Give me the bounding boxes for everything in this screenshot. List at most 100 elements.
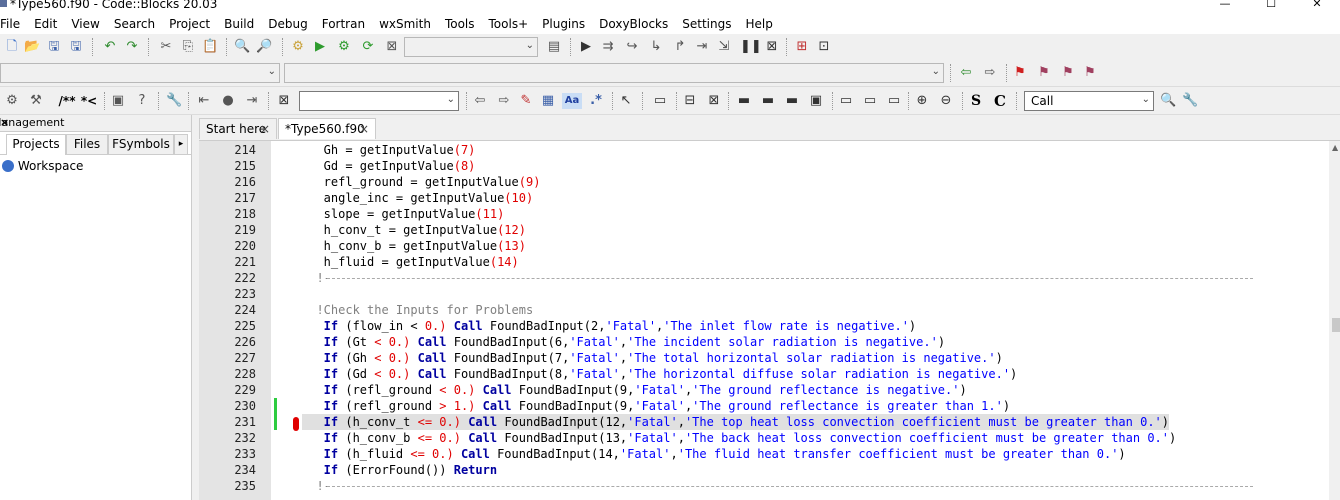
- scope-select[interactable]: ⌄: [0, 63, 280, 83]
- function-select[interactable]: ⌄: [284, 63, 944, 83]
- clear-bookmarks-icon[interactable]: ⚑: [1082, 65, 1098, 81]
- debug-windows-icon[interactable]: ⊞: [794, 39, 810, 55]
- menu-plugins[interactable]: Plugins: [542, 17, 585, 31]
- show-select-target-icon[interactable]: ▤: [546, 39, 562, 55]
- info-icon[interactable]: ⊡: [816, 39, 832, 55]
- copy-icon[interactable]: ⎘: [180, 39, 196, 55]
- align-b-icon[interactable]: ▬: [760, 93, 776, 109]
- vertical-scrollbar[interactable]: ▲: [1329, 141, 1340, 500]
- tab-scroll-right-icon[interactable]: ▸: [174, 134, 188, 154]
- size-c-icon[interactable]: ▭: [886, 93, 902, 109]
- menu-wxsmith[interactable]: wxSmith: [379, 17, 431, 31]
- code-editor[interactable]: 214 Gh = getInputValue(7) 215 Gd = getInp…: [199, 141, 1329, 500]
- step-out-icon[interactable]: ↱: [672, 39, 688, 55]
- menu-build[interactable]: Build: [224, 17, 254, 31]
- tab-type560[interactable]: *Type560.f90 ×: [278, 118, 376, 139]
- menu-view[interactable]: View: [71, 17, 99, 31]
- line-comment-icon[interactable]: *<: [80, 93, 98, 109]
- regex-icon[interactable]: .*: [588, 93, 604, 109]
- call-select[interactable]: Call ⌄: [1024, 91, 1154, 111]
- prev-bookmark-icon[interactable]: ⚑: [1036, 65, 1052, 81]
- build-run-icon[interactable]: ⚙: [336, 39, 352, 55]
- close-tab-icon[interactable]: ×: [260, 119, 270, 140]
- menu-doxyblocks[interactable]: DoxyBlocks: [599, 17, 668, 31]
- align-c-icon[interactable]: ▬: [784, 93, 800, 109]
- help-doc-icon[interactable]: ?: [134, 93, 150, 109]
- doxy-wizard-icon[interactable]: ⚙: [4, 93, 20, 109]
- build-icon[interactable]: ⚙: [290, 39, 306, 55]
- close-icon[interactable]: ×: [0, 116, 186, 129]
- zoom-out-icon[interactable]: ⊖: [938, 93, 954, 109]
- block-comment-icon[interactable]: /**: [56, 93, 78, 109]
- next-breakpoint-icon[interactable]: ⇥: [244, 93, 260, 109]
- menu-tools-[interactable]: Tools+: [489, 17, 529, 31]
- rect-icon[interactable]: ▭: [652, 93, 668, 109]
- settings-icon[interactable]: 🔧: [1182, 93, 1198, 109]
- menu-file[interactable]: File: [0, 17, 20, 31]
- size-a-icon[interactable]: ▭: [838, 93, 854, 109]
- search-prev-icon[interactable]: ⇦: [472, 93, 488, 109]
- bookmark-icon[interactable]: ⚑: [1012, 65, 1028, 81]
- breakpoint-icon[interactable]: ●: [220, 93, 236, 109]
- scrollbar-thumb[interactable]: [1332, 318, 1340, 332]
- step-instruction-icon[interactable]: ⇲: [716, 39, 732, 55]
- save-all-icon[interactable]: 🖫: [68, 39, 84, 55]
- run-to-cursor-icon[interactable]: ⇉: [600, 39, 616, 55]
- minimize-icon[interactable]: —: [1202, 0, 1248, 14]
- match-case-icon[interactable]: Aa: [562, 93, 582, 109]
- debug-icon[interactable]: ▶: [578, 39, 594, 55]
- menu-edit[interactable]: Edit: [34, 17, 57, 31]
- search-next-icon[interactable]: ⇨: [496, 93, 512, 109]
- jump-forward-icon[interactable]: ⇨: [982, 65, 998, 81]
- search-icon[interactable]: 🔍: [1160, 93, 1176, 109]
- highlight-icon[interactable]: ✎: [518, 93, 534, 109]
- next-instruction-icon[interactable]: ⇥: [694, 39, 710, 55]
- menu-help[interactable]: Help: [745, 17, 772, 31]
- cut-icon[interactable]: ✂: [158, 39, 174, 55]
- pause-icon[interactable]: ❚❚: [740, 39, 762, 55]
- paste-icon[interactable]: 📋: [202, 39, 218, 55]
- find-icon[interactable]: 🔍: [234, 39, 250, 55]
- open-icon[interactable]: 📂: [24, 39, 40, 55]
- html-doc-icon[interactable]: ▣: [110, 93, 126, 109]
- redo-icon[interactable]: ↷: [124, 39, 140, 55]
- new-file-icon[interactable]: 🗋: [4, 39, 20, 55]
- build-target-select[interactable]: ⌄: [404, 37, 538, 57]
- layout-a-icon[interactable]: ⊟: [682, 93, 698, 109]
- symbol-c-icon[interactable]: C: [992, 93, 1008, 109]
- tab-fsymbols[interactable]: FSymbols: [108, 134, 174, 154]
- close-tab-icon[interactable]: ×: [359, 119, 369, 140]
- menu-search[interactable]: Search: [114, 17, 155, 31]
- abort-icon[interactable]: ⊠: [384, 39, 400, 55]
- zoom-in-icon[interactable]: ⊕: [914, 93, 930, 109]
- pointer-icon[interactable]: ↖: [618, 93, 634, 109]
- symbol-s-icon[interactable]: S: [968, 93, 984, 109]
- step-into-icon[interactable]: ↳: [648, 39, 664, 55]
- save-icon[interactable]: 🖫: [46, 39, 62, 55]
- jump-back-icon[interactable]: ⇦: [958, 65, 974, 81]
- menu-settings[interactable]: Settings: [682, 17, 731, 31]
- menu-fortran[interactable]: Fortran: [322, 17, 365, 31]
- scroll-up-icon[interactable]: ▲: [1332, 143, 1338, 152]
- tree-item-workspace[interactable]: Workspace: [18, 159, 84, 173]
- incremental-search-input[interactable]: ⌄: [299, 91, 459, 111]
- close-window-icon[interactable]: ✕: [1294, 0, 1340, 14]
- align-a-icon[interactable]: ▬: [736, 93, 752, 109]
- run-icon[interactable]: ▶: [312, 39, 328, 55]
- stop-debug-icon[interactable]: ⊠: [764, 39, 780, 55]
- prev-breakpoint-icon[interactable]: ⇤: [196, 93, 212, 109]
- doxy-extract-icon[interactable]: ⚒: [28, 93, 44, 109]
- replace-icon[interactable]: 🔎: [256, 39, 272, 55]
- align-d-icon[interactable]: ▣: [808, 93, 824, 109]
- rebuild-icon[interactable]: ⟳: [360, 39, 376, 55]
- selected-text-icon[interactable]: ▦: [540, 93, 556, 109]
- menu-debug[interactable]: Debug: [268, 17, 307, 31]
- clear-search-icon[interactable]: ⊠: [276, 93, 292, 109]
- next-line-icon[interactable]: ↪: [624, 39, 640, 55]
- layout-b-icon[interactable]: ⊠: [706, 93, 722, 109]
- size-b-icon[interactable]: ▭: [862, 93, 878, 109]
- tab-files[interactable]: Files: [66, 134, 108, 154]
- tab-start-here[interactable]: Start here ×: [199, 118, 277, 139]
- next-bookmark-icon[interactable]: ⚑: [1060, 65, 1076, 81]
- menu-project[interactable]: Project: [169, 17, 210, 31]
